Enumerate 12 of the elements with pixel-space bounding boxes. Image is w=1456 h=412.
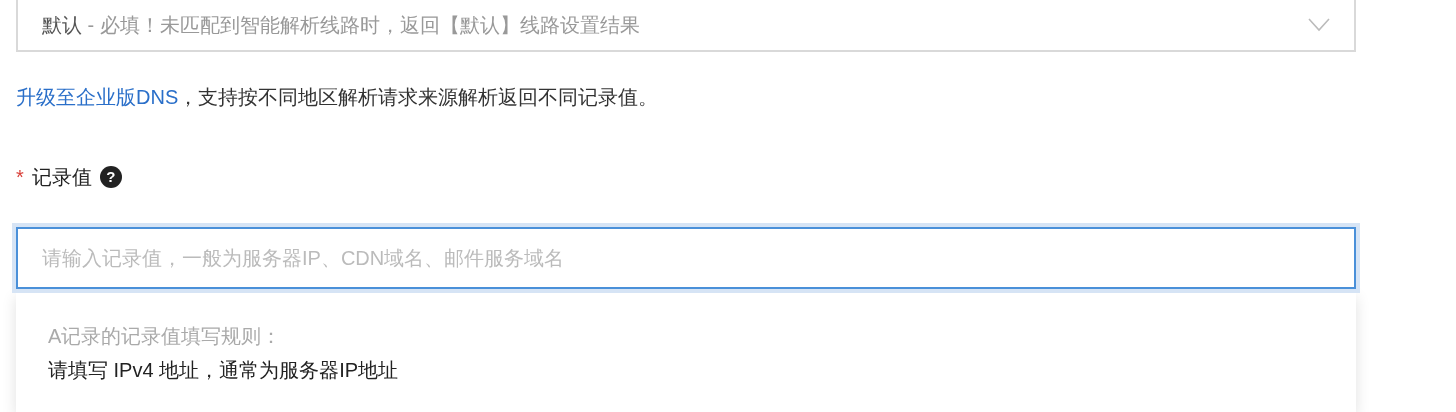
line-select[interactable]: 默认 - 必填！未匹配到智能解析线路时，返回【默认】线路设置结果	[16, 0, 1356, 52]
select-hint: - 必填！未匹配到智能解析线路时，返回【默认】线路设置结果	[86, 13, 640, 38]
upgrade-link[interactable]: 升级至企业版DNS	[16, 86, 179, 108]
help-icon[interactable]: ?	[99, 166, 122, 188]
upgrade-note: 升级至企业版DNS，支持按不同地区解析请求来源解析返回不同记录值。	[16, 85, 660, 110]
popup-body: 请填写 IPv4 地址，通常为服务器IP地址	[48, 358, 400, 383]
required-mark: *	[16, 165, 24, 190]
record-value-field[interactable]: 请输入记录值，一般为服务器IP、CDN域名、邮件服务域名	[16, 227, 1356, 289]
field-label: 记录值	[31, 165, 92, 190]
popup-title: A记录的记录值填写规则：	[48, 324, 283, 349]
select-value: 默认	[42, 13, 82, 38]
chevron-down-icon	[1308, 18, 1330, 32]
